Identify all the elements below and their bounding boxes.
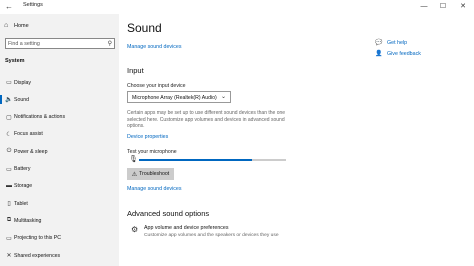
input-heading: Input	[127, 66, 144, 75]
warning-icon: ⚠	[131, 171, 138, 178]
home-icon: ⌂	[4, 22, 9, 29]
microphone-icon: 🎙	[129, 156, 138, 163]
app-volume-description: Customize app volumes and the speakers o…	[144, 233, 279, 238]
feedback-icon: 👤	[375, 51, 383, 57]
multitasking-icon: ⧉	[6, 217, 12, 224]
choose-input-label: Choose your input device	[127, 83, 186, 89]
sidebar-item-label: Multitasking	[14, 217, 42, 224]
sidebar-item-focus-assist[interactable]: ☾ Focus assist	[0, 128, 119, 141]
projecting-icon: ▭	[6, 235, 12, 242]
page-title: Sound	[127, 21, 162, 35]
power-icon: ⏻	[6, 148, 12, 155]
sidebar-item-label: Display	[14, 79, 32, 86]
app-volume-title[interactable]: App volume and device preferences	[144, 225, 229, 231]
sidebar-item-label: Storage	[14, 183, 33, 190]
sidebar-item-label: Sound	[14, 96, 30, 103]
sidebar-item-display[interactable]: ▭ Display	[0, 76, 119, 89]
give-feedback-link[interactable]: 👤 Give feedback	[375, 50, 421, 58]
chevron-down-icon: ⌄	[220, 94, 226, 100]
sidebar-item-label: Power & sleep	[14, 148, 48, 155]
mic-level-fill	[139, 159, 253, 161]
input-device-value: Microphone Array (Realtek(R) Audio)	[132, 95, 217, 101]
home-nav-item[interactable]: ⌂ Home	[4, 22, 29, 29]
sidebar-item-sound[interactable]: 🔈 Sound	[0, 93, 119, 106]
sidebar-item-label: Focus assist	[14, 131, 43, 138]
sidebar-item-multitasking[interactable]: ⧉ Multitasking	[0, 214, 119, 227]
troubleshoot-button[interactable]: ⚠ Troubleshoot	[127, 168, 174, 180]
sidebar-item-power-sleep[interactable]: ⏻ Power & sleep	[0, 145, 119, 158]
sidebar-item-notifications-actions[interactable]: ▢ Notifications & actions	[0, 111, 119, 124]
app-volume-icon[interactable]: ⚙	[131, 225, 138, 234]
troubleshoot-label: Troubleshoot	[139, 171, 170, 177]
get-help-link[interactable]: 💬 Get help	[375, 39, 408, 47]
manage-sound-devices-link-bottom[interactable]: Manage sound devices	[127, 186, 181, 192]
input-device-dropdown[interactable]: Microphone Array (Realtek(R) Audio) ⌄	[127, 91, 231, 103]
battery-icon: ▭	[6, 166, 12, 173]
display-icon: ▭	[6, 80, 12, 86]
storage-icon: ▬	[6, 183, 12, 190]
title-bar: ← Settings — ☐ ✕	[0, 0, 474, 14]
sidebar-item-tablet[interactable]: ▯ Tablet	[0, 197, 119, 210]
sidebar-item-battery[interactable]: ▭ Battery	[0, 163, 119, 176]
get-help-label: Get help	[387, 39, 408, 46]
manage-sound-devices-link[interactable]: Manage sound devices	[127, 44, 181, 50]
sidebar-item-storage[interactable]: ▬ Storage	[0, 180, 119, 193]
sidebar-item-label: Tablet	[14, 200, 28, 207]
notifications-icon: ▢	[6, 114, 12, 121]
sidebar-item-label: Notifications & actions	[14, 114, 66, 121]
shared-experiences-icon: ✕	[6, 253, 12, 259]
sidebar-item-label: Projecting to this PC	[14, 235, 61, 242]
sidebar: ⌂ Home ⚲ System ▭Display🔈Sound▢Notificat…	[0, 14, 119, 266]
device-properties-link[interactable]: Device properties	[127, 134, 168, 140]
sidebar-item-label: Shared experiences	[14, 252, 61, 259]
help-icon: 💬	[375, 40, 383, 46]
tablet-icon: ▯	[7, 201, 11, 208]
search-box[interactable]: ⚲	[5, 38, 115, 49]
mic-level-meter	[139, 159, 286, 161]
sidebar-item-projecting-to-this-pc[interactable]: ▭ Projecting to this PC	[0, 232, 119, 245]
minimize-button[interactable]: —	[415, 0, 433, 14]
focus-assist-icon: ☾	[6, 131, 12, 138]
sidebar-item-shared-experiences[interactable]: ✕ Shared experiences	[0, 249, 119, 262]
speaker-icon: 🔈	[5, 97, 13, 104]
window-title: Settings	[23, 2, 43, 8]
give-feedback-label: Give feedback	[387, 50, 421, 57]
search-icon[interactable]: ⚲	[108, 40, 112, 47]
maximize-button[interactable]: ☐	[434, 0, 452, 14]
search-input[interactable]	[8, 39, 104, 49]
sidebar-item-label: Battery	[14, 166, 31, 172]
home-label: Home	[14, 22, 29, 29]
input-description: Certain apps may be set up to use differ…	[127, 110, 286, 130]
section-title: System	[5, 58, 25, 64]
close-button[interactable]: ✕	[454, 0, 472, 14]
back-arrow-icon[interactable]: ←	[3, 1, 15, 13]
advanced-heading: Advanced sound options	[127, 209, 210, 218]
